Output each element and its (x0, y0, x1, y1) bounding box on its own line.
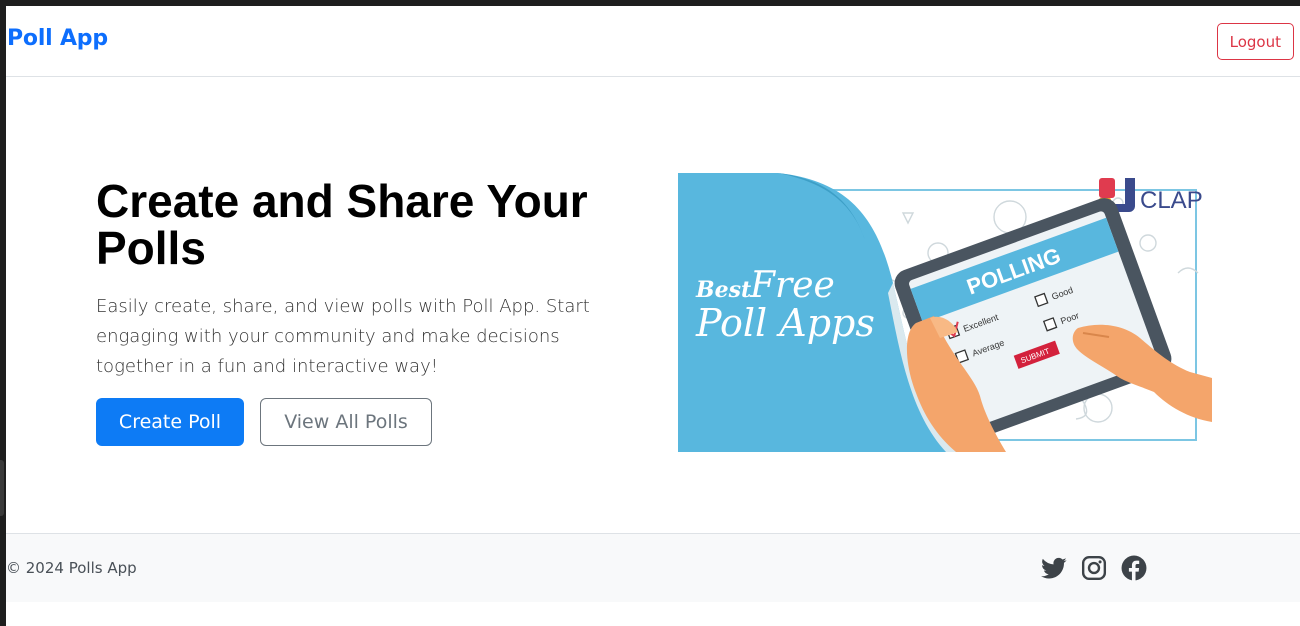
banner-poll-apps-text: Poll Apps (695, 301, 875, 345)
instagram-icon[interactable] (1081, 555, 1107, 581)
side-dock-handle[interactable] (0, 460, 4, 516)
hero-description: Easily create, share, and view polls wit… (96, 296, 590, 377)
copyright-text: © 2024 Polls App (6, 559, 137, 577)
create-poll-button[interactable]: Create Poll (96, 398, 244, 446)
hero-banner-image: Best Free Poll Apps CLAP POLLING Excelle… (678, 173, 1212, 452)
view-all-polls-button[interactable]: View All Polls (260, 398, 432, 446)
banner-free-text: Free (749, 265, 835, 306)
banner-illustration: Best Free Poll Apps CLAP POLLING Excelle… (678, 173, 1212, 452)
facebook-icon[interactable] (1121, 555, 1147, 581)
twitter-icon[interactable] (1041, 555, 1067, 581)
navbar: Poll App Logout (6, 6, 1300, 77)
footer: © 2024 Polls App (6, 533, 1300, 602)
hero-title: Create and Share Your Polls (96, 175, 588, 274)
brand-link[interactable]: Poll App (7, 26, 108, 51)
logout-button[interactable]: Logout (1216, 23, 1294, 60)
clap-logo-text: CLAP (1140, 187, 1203, 214)
banner-best-text: Best (695, 277, 751, 303)
